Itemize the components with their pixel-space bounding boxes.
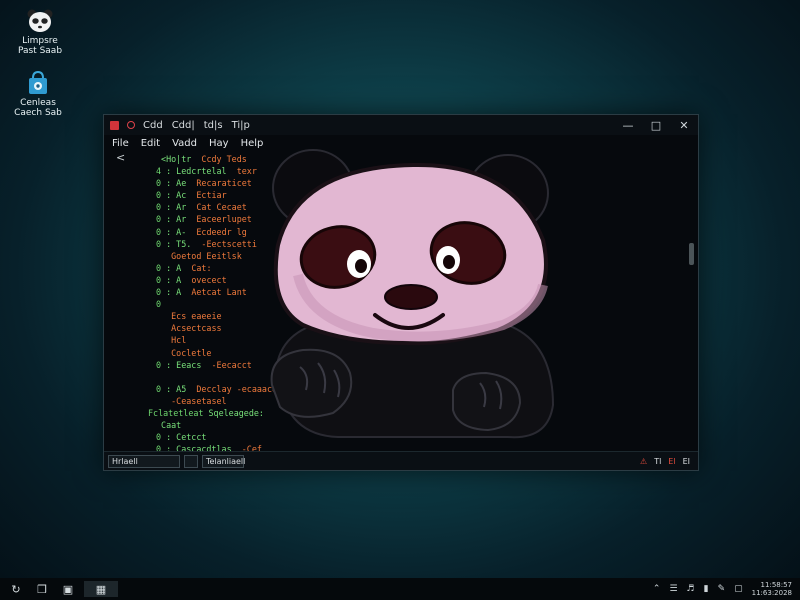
menu-edit[interactable]: Edit bbox=[141, 138, 160, 149]
line-number: 4 bbox=[156, 166, 162, 177]
code-keyword: Recaraticet bbox=[196, 178, 252, 189]
line-number: 0 bbox=[156, 299, 162, 310]
code-text: : Eeacs bbox=[166, 359, 202, 370]
desktop-icon-label: Caech Sab bbox=[14, 108, 62, 118]
desktop-icon-shopping-app[interactable]: Cenleas Caech Sab bbox=[3, 70, 73, 118]
task-view-icon[interactable]: ❒ bbox=[32, 581, 52, 597]
shopping-bag-icon bbox=[29, 70, 47, 94]
maximize-icon[interactable]: □ bbox=[642, 119, 670, 132]
code-text: : Ac bbox=[166, 190, 187, 201]
status-box-left[interactable]: Hrlaell bbox=[108, 454, 180, 468]
code-text: : A bbox=[166, 287, 182, 298]
title-item[interactable]: td|s bbox=[204, 120, 223, 131]
pinned-app-icon[interactable]: ▣ bbox=[58, 581, 78, 597]
line-number: 0 bbox=[156, 238, 162, 249]
code-keyword: -Ceasetasel bbox=[171, 395, 227, 406]
code-text: : Ar bbox=[166, 214, 187, 225]
code-keyword: Goetod Eeitlsk bbox=[171, 250, 242, 261]
line-number: 0 bbox=[156, 287, 162, 298]
clock-date: 11:63:2028 bbox=[751, 589, 792, 597]
code-keyword: Ecdeedr lg bbox=[196, 226, 247, 237]
desktop-icon-label: Limpsre bbox=[22, 36, 58, 46]
panda-illustration bbox=[270, 149, 555, 439]
title-item[interactable]: Cdd| bbox=[172, 120, 195, 131]
desktop-icon-label: Cenleas bbox=[20, 98, 56, 108]
code-keyword: -Eecacct bbox=[211, 359, 252, 370]
desktop-icon-panda-app[interactable]: Limpsre Past Saab bbox=[5, 8, 75, 56]
code-keyword: Cat: bbox=[191, 262, 212, 273]
code-keyword: Cat Cecaet bbox=[196, 202, 247, 213]
line-number: 0 bbox=[156, 383, 162, 394]
line-number: 0 bbox=[156, 178, 162, 189]
title-bar[interactable]: Cdd Cdd| td|s Ti|p — □ ✕ bbox=[104, 115, 698, 135]
status-item[interactable]: El bbox=[668, 457, 675, 466]
menu-file[interactable]: File bbox=[112, 138, 129, 149]
status-item[interactable]: EI bbox=[683, 457, 690, 466]
code-keyword: ovecect bbox=[191, 274, 227, 285]
status-item[interactable]: Tl bbox=[654, 457, 661, 466]
code-keyword: Ectiar bbox=[196, 190, 227, 201]
line-number: 0 bbox=[156, 226, 162, 237]
code-text: : Ar bbox=[166, 202, 187, 213]
code-keyword: Cocletle bbox=[171, 347, 212, 358]
line-number: 0 bbox=[156, 262, 162, 273]
chevron-up-icon[interactable]: ⌃ bbox=[653, 584, 661, 594]
code-keyword: texr bbox=[236, 166, 257, 177]
warning-icon[interactable]: ⚠ bbox=[640, 457, 647, 466]
code-text: : Cetcct bbox=[166, 432, 207, 443]
start-icon[interactable]: ↻ bbox=[6, 581, 26, 597]
system-tray: ⌃ ☰ ♬ ▮ ✎ ▢ 11:58:57 11:63:2028 bbox=[653, 581, 792, 597]
status-box-small[interactable] bbox=[184, 454, 198, 468]
ime-icon[interactable]: ✎ bbox=[718, 584, 726, 594]
line-number: 0 bbox=[156, 190, 162, 201]
code-keyword: -Eectscetti bbox=[201, 238, 257, 249]
battery-icon[interactable]: ▮ bbox=[704, 584, 709, 594]
record-icon bbox=[127, 121, 135, 129]
panda-right-paw bbox=[452, 371, 522, 432]
code-text: : Ae bbox=[166, 178, 187, 189]
code-keyword: Ccdy Teds bbox=[201, 154, 247, 164]
code-keyword: Eaceerlupet bbox=[196, 214, 252, 225]
code-text: : A bbox=[166, 274, 182, 285]
code-text: : A bbox=[166, 262, 182, 273]
code-keyword: Ecs eaeeie bbox=[171, 311, 222, 322]
code-text: : T5. bbox=[166, 238, 192, 249]
code-text: : A5 bbox=[166, 383, 187, 394]
line-number: Fclatetleat bbox=[148, 407, 204, 418]
menu-view[interactable]: Vadd bbox=[172, 138, 197, 149]
code-text: Sqeleagede: bbox=[208, 407, 264, 418]
panda-nose bbox=[384, 284, 438, 310]
scrollbar-thumb[interactable] bbox=[689, 243, 694, 265]
line-number: 0 bbox=[156, 202, 162, 213]
line-number: 0 bbox=[156, 359, 162, 370]
line-number: 0 bbox=[156, 274, 162, 285]
title-item[interactable]: Ti|p bbox=[232, 120, 250, 131]
menu-hay[interactable]: Hay bbox=[209, 138, 229, 149]
code-keyword: Acsectcass bbox=[171, 323, 222, 334]
clock[interactable]: 11:58:57 11:63:2028 bbox=[752, 581, 792, 597]
status-bar: Hrlaell Telanliaell ⚠ Tl El EI bbox=[104, 451, 698, 470]
code-keyword: Hcl bbox=[171, 335, 187, 346]
panda-icon bbox=[27, 9, 53, 32]
close-icon[interactable]: ✕ bbox=[670, 119, 698, 132]
desktop-icon-label: Past Saab bbox=[17, 46, 63, 56]
clock-time: 11:58:57 bbox=[760, 581, 792, 589]
pinned-app-icon[interactable]: ▦ bbox=[84, 581, 118, 597]
code-keyword: Aetcat Lant bbox=[191, 287, 247, 298]
line-number: 0 bbox=[156, 214, 162, 225]
code-text: Caat bbox=[161, 420, 182, 431]
title-item[interactable]: Cdd bbox=[143, 120, 163, 131]
line-number: 0 bbox=[156, 432, 162, 443]
code-text: : Ledcrtelal bbox=[166, 166, 227, 177]
notification-icon[interactable]: ▢ bbox=[734, 584, 743, 594]
app-icon bbox=[110, 120, 119, 130]
code-text: <Ho|tr bbox=[161, 154, 192, 164]
code-text: : A- bbox=[166, 226, 187, 237]
status-box-middle[interactable]: Telanliaell bbox=[202, 454, 245, 468]
taskbar: ↻ ❒ ▣ ▦ ⌃ ☰ ♬ ▮ ✎ ▢ 11:58:57 11:63:2028 bbox=[0, 578, 800, 600]
speaker-icon[interactable]: ♬ bbox=[687, 584, 695, 594]
network-icon[interactable]: ☰ bbox=[669, 584, 677, 594]
minimize-icon[interactable]: — bbox=[614, 119, 642, 132]
